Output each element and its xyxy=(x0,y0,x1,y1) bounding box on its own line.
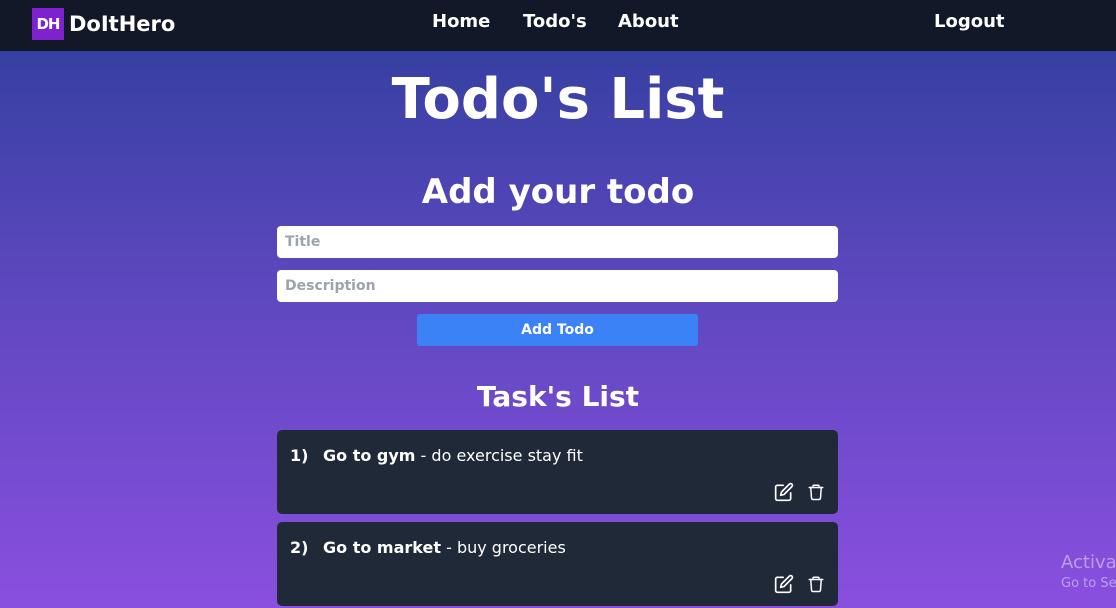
edit-icon[interactable] xyxy=(774,482,794,502)
task-number: 2) xyxy=(290,538,309,557)
add-todo-button[interactable]: Add Todo xyxy=(417,314,698,346)
nav-about-link[interactable]: About xyxy=(618,11,679,32)
activation-watermark-title: Activa xyxy=(1061,552,1116,573)
task-title: Go to market xyxy=(323,538,441,557)
edit-icon[interactable] xyxy=(774,574,794,594)
task-card: 2) Go to market - buy groceries xyxy=(277,522,838,606)
nav-todos-link[interactable]: Todo's xyxy=(523,11,587,32)
task-card: 1) Go to gym - do exercise stay fit xyxy=(277,430,838,514)
trash-icon[interactable] xyxy=(806,482,826,502)
task-separator: - xyxy=(440,538,457,557)
nav-home-link[interactable]: Home xyxy=(432,11,490,32)
task-text: Go to market - buy groceries xyxy=(323,538,566,557)
description-input[interactable] xyxy=(277,270,838,302)
logout-link[interactable]: Logout xyxy=(934,11,1005,32)
page-title: Todo's List xyxy=(391,67,725,132)
trash-icon[interactable] xyxy=(806,574,826,594)
brand[interactable]: DH DoItHero xyxy=(32,8,175,40)
task-number: 1) xyxy=(290,446,309,465)
add-todo-heading: Add your todo xyxy=(421,172,695,212)
task-text: Go to gym - do exercise stay fit xyxy=(323,446,583,465)
task-description: buy groceries xyxy=(456,538,566,557)
task-separator: - xyxy=(415,446,432,465)
activation-watermark-subtitle: Go to Se xyxy=(1061,576,1116,591)
title-input[interactable] xyxy=(277,226,838,258)
brand-name[interactable]: DoItHero xyxy=(69,12,175,36)
task-title: Go to gym xyxy=(323,446,416,465)
brand-logo[interactable]: DH xyxy=(32,8,64,40)
tasks-heading: Task's List xyxy=(476,380,640,413)
task-description: do exercise stay fit xyxy=(431,446,583,465)
navbar: DH DoItHero Home Todo's About Logout xyxy=(0,0,1116,51)
